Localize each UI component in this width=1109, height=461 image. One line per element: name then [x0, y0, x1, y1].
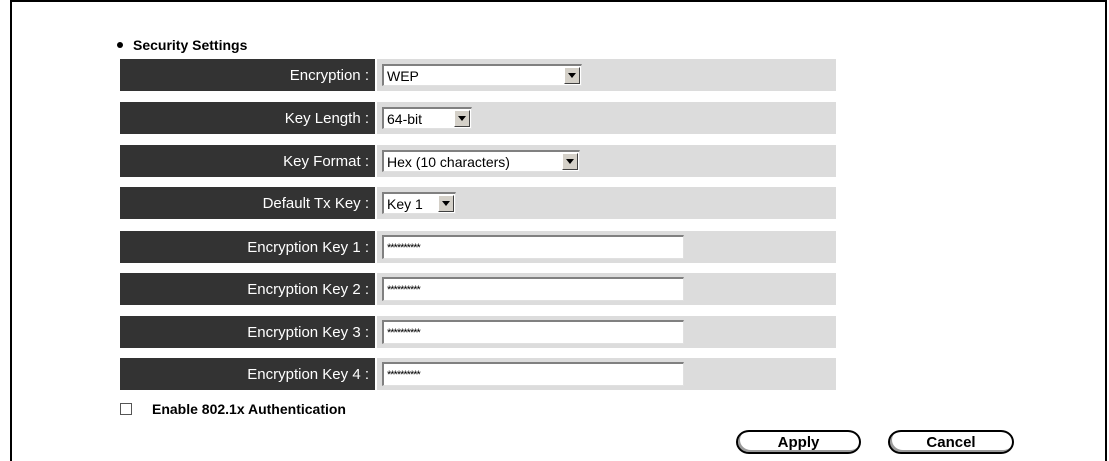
section-title-text: Security Settings [133, 37, 248, 53]
dropdown-arrow-icon[interactable] [564, 67, 580, 84]
dropdown-arrow-icon[interactable] [454, 110, 470, 127]
encryption-key-2-value-cell [377, 273, 836, 305]
key-length-label: Key Length : [120, 102, 375, 134]
key-length-row: Key Length : 64-bit [120, 102, 836, 134]
encryption-key-4-input[interactable] [382, 362, 684, 386]
encryption-key-4-row: Encryption Key 4 : [120, 358, 836, 390]
encryption-key-3-value-cell [377, 316, 836, 348]
enable-8021x-label[interactable]: Enable 802.1x Authentication [152, 401, 346, 417]
bullet-icon [117, 42, 123, 48]
key-format-select[interactable]: Hex (10 characters) [382, 150, 580, 172]
encryption-key-1-row: Encryption Key 1 : [120, 231, 836, 263]
section-title: Security Settings [117, 37, 247, 53]
key-length-select-value: 64-bit [387, 110, 423, 127]
default-tx-key-value-cell: Key 1 [377, 187, 836, 219]
default-tx-key-label: Default Tx Key : [120, 187, 375, 219]
encryption-select[interactable]: WEP [382, 64, 582, 86]
cancel-button[interactable]: Cancel [888, 430, 1014, 454]
key-format-select-value: Hex (10 characters) [387, 153, 510, 170]
encryption-key-3-row: Encryption Key 3 : [120, 316, 836, 348]
dropdown-arrow-icon[interactable] [438, 195, 454, 212]
enable-8021x-checkbox[interactable] [120, 403, 132, 415]
default-tx-key-row: Default Tx Key : Key 1 [120, 187, 836, 219]
encryption-value-cell: WEP [377, 59, 836, 91]
encryption-key-1-value-cell [377, 231, 836, 263]
dropdown-arrow-icon[interactable] [562, 153, 578, 170]
enable-8021x-row: Enable 802.1x Authentication [120, 401, 346, 417]
encryption-select-value: WEP [387, 67, 419, 84]
default-tx-key-select[interactable]: Key 1 [382, 192, 456, 214]
encryption-key-4-value-cell [377, 358, 836, 390]
key-length-select[interactable]: 64-bit [382, 107, 472, 129]
default-tx-key-select-value: Key 1 [387, 195, 423, 212]
encryption-key-2-label: Encryption Key 2 : [120, 273, 375, 305]
encryption-label: Encryption : [120, 59, 375, 91]
encryption-key-2-row: Encryption Key 2 : [120, 273, 836, 305]
encryption-key-4-label: Encryption Key 4 : [120, 358, 375, 390]
key-format-label: Key Format : [120, 145, 375, 177]
encryption-key-1-input[interactable] [382, 235, 684, 259]
apply-button[interactable]: Apply [736, 430, 861, 454]
encryption-key-1-label: Encryption Key 1 : [120, 231, 375, 263]
encryption-row: Encryption : WEP [120, 59, 836, 91]
encryption-key-3-input[interactable] [382, 320, 684, 344]
encryption-key-2-input[interactable] [382, 277, 684, 301]
key-length-value-cell: 64-bit [377, 102, 836, 134]
key-format-value-cell: Hex (10 characters) [377, 145, 836, 177]
encryption-key-3-label: Encryption Key 3 : [120, 316, 375, 348]
key-format-row: Key Format : Hex (10 characters) [120, 145, 836, 177]
